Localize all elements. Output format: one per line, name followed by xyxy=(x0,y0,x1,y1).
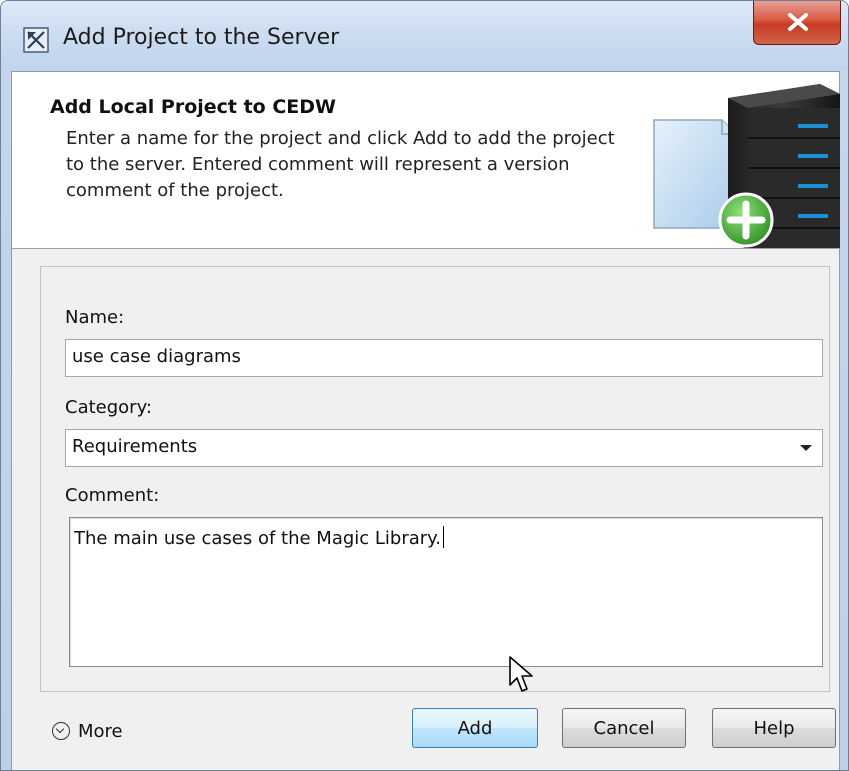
window-title: Add Project to the Server xyxy=(63,25,340,50)
help-button[interactable]: Help xyxy=(712,708,836,748)
close-button[interactable] xyxy=(753,1,841,45)
name-label: Name: xyxy=(65,307,125,328)
category-select[interactable]: Requirements xyxy=(65,429,823,467)
comment-label: Comment: xyxy=(65,485,160,506)
text-caret xyxy=(443,526,444,548)
expand-circle-icon xyxy=(52,722,70,740)
header-title: Add Local Project to CEDW xyxy=(50,96,337,118)
name-input[interactable]: use case diagrams xyxy=(65,339,823,377)
more-toggle[interactable]: More xyxy=(52,716,123,746)
project-form: Name: use case diagrams Category: Requir… xyxy=(40,266,830,692)
comment-textarea[interactable]: The main use cases of the Magic Library. xyxy=(69,517,823,667)
comment-text: The main use cases of the Magic Library. xyxy=(74,528,441,549)
close-icon xyxy=(788,13,808,31)
title-bar: Add Project to the Server xyxy=(1,1,848,71)
dialog-content: Add Local Project to CEDW Enter a name f… xyxy=(11,71,840,770)
server-add-icon xyxy=(653,84,840,248)
chevron-down-icon[interactable] xyxy=(800,445,812,451)
app-icon xyxy=(23,27,49,53)
header-description: Enter a name for the project and click A… xyxy=(66,128,615,201)
dialog-window: Add Project to the Server Add Local Proj… xyxy=(0,0,849,771)
more-label: More xyxy=(78,720,123,742)
cancel-button[interactable]: Cancel xyxy=(562,708,686,748)
add-button[interactable]: Add xyxy=(412,708,538,748)
category-label: Category: xyxy=(65,397,152,418)
category-selected-value: Requirements xyxy=(72,436,198,457)
mouse-pointer-icon xyxy=(509,656,533,692)
dialog-header: Add Local Project to CEDW Enter a name f… xyxy=(12,72,840,249)
